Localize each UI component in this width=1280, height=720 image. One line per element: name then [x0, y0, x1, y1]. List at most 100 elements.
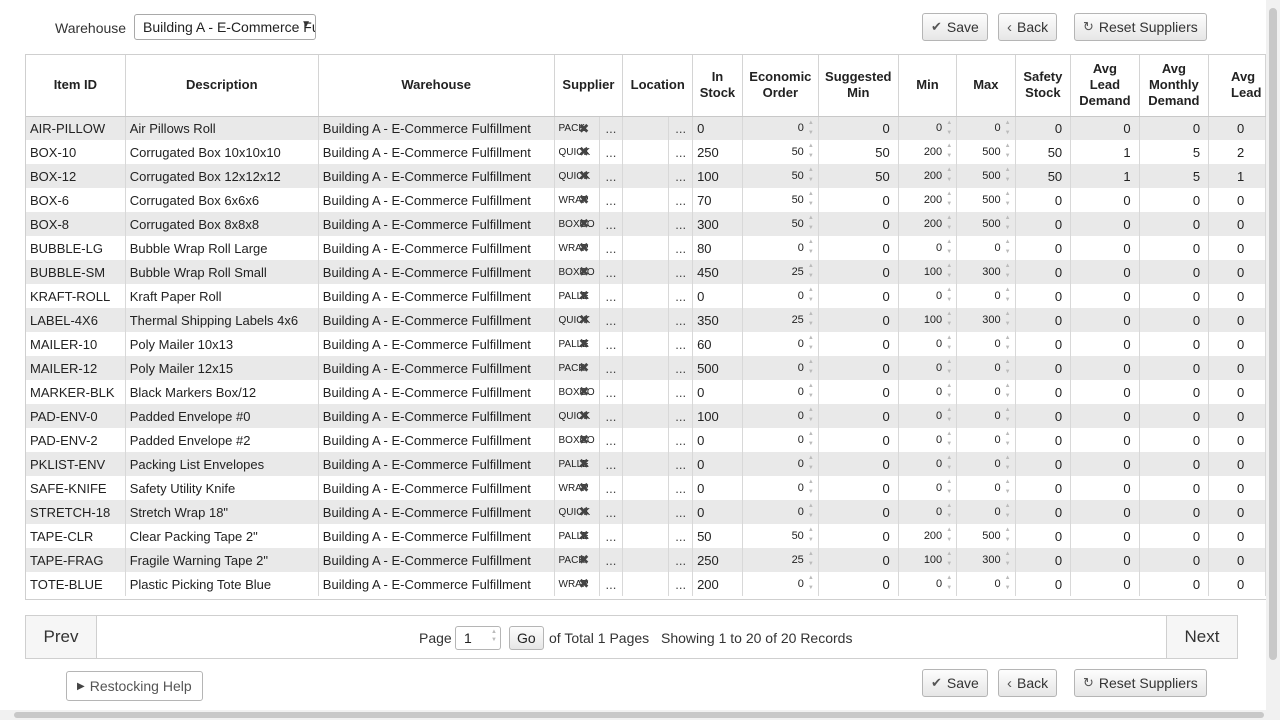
supplier-lookup-button[interactable]: ... [599, 212, 624, 236]
location-lookup-button[interactable]: ... [668, 428, 694, 452]
cell-supplier[interactable]: BOXCO ✖ [554, 260, 600, 284]
supplier-lookup-button[interactable]: ... [599, 260, 624, 284]
cell-location[interactable] [622, 404, 670, 428]
cell-economic-order[interactable]: 0 ▲ ▼ [742, 380, 819, 404]
col-header-description[interactable]: Description [125, 55, 319, 117]
table-row[interactable]: AIR-PILLOW Air Pillows Roll Building A - E… [26, 116, 1266, 140]
location-lookup-button[interactable]: ... [668, 284, 694, 308]
cell-max[interactable]: 500 ▲ ▼ [956, 164, 1016, 188]
reset-suppliers-button-bottom[interactable]: ↻ Reset Suppliers [1074, 669, 1207, 697]
cell-max[interactable]: 500 ▲ ▼ [956, 140, 1016, 164]
cell-economic-order[interactable]: 0 ▲ ▼ [742, 332, 819, 356]
x-icon[interactable]: ✖ [579, 360, 590, 376]
x-icon[interactable]: ✖ [579, 121, 590, 137]
cell-supplier[interactable]: WRAP ✖ [554, 476, 600, 500]
x-icon[interactable]: ✖ [579, 408, 590, 424]
cell-max[interactable]: 0 ▲ ▼ [956, 116, 1016, 140]
x-icon[interactable]: ✖ [579, 432, 590, 448]
cell-supplier[interactable]: BOXCO ✖ [554, 212, 600, 236]
cell-min[interactable]: 0 ▲ ▼ [898, 236, 958, 260]
cell-supplier[interactable]: WRAP ✖ [554, 236, 600, 260]
cell-min[interactable]: 200 ▲ ▼ [898, 164, 958, 188]
cell-location[interactable] [622, 524, 670, 548]
cell-max[interactable]: 0 ▲ ▼ [956, 428, 1016, 452]
cell-max[interactable]: 0 ▲ ▼ [956, 284, 1016, 308]
location-lookup-button[interactable]: ... [668, 260, 694, 284]
location-lookup-button[interactable]: ... [668, 164, 694, 188]
table-row[interactable]: BOX-12 Corrugated Box 12x12x12 Building A … [26, 164, 1266, 188]
cell-economic-order[interactable]: 25 ▲ ▼ [742, 260, 819, 284]
cell-economic-order[interactable]: 50 ▲ ▼ [742, 164, 819, 188]
col-header-avg-lead[interactable]: Avg Lead [1208, 55, 1266, 117]
location-lookup-button[interactable]: ... [668, 212, 694, 236]
x-icon[interactable]: ✖ [579, 144, 590, 160]
cell-min[interactable]: 0 ▲ ▼ [898, 404, 958, 428]
cell-location[interactable] [622, 140, 670, 164]
x-icon[interactable]: ✖ [579, 264, 590, 280]
x-icon[interactable]: ✖ [579, 504, 590, 520]
cell-location[interactable] [622, 500, 670, 524]
cell-min[interactable]: 0 ▲ ▼ [898, 572, 958, 596]
back-button-bottom[interactable]: ‹ Back [998, 669, 1058, 697]
table-row[interactable]: MAILER-10 Poly Mailer 10x13 Building A - E… [26, 332, 1266, 356]
cell-location[interactable] [622, 236, 670, 260]
table-row[interactable]: PKLIST-ENV Packing List Envelopes Building… [26, 452, 1266, 476]
location-lookup-button[interactable]: ... [668, 380, 694, 404]
col-header-economic-order[interactable]: Economic Order [742, 55, 819, 117]
cell-max[interactable]: 300 ▲ ▼ [956, 308, 1016, 332]
location-lookup-button[interactable]: ... [668, 476, 694, 500]
location-lookup-button[interactable]: ... [668, 548, 694, 572]
table-row[interactable]: TAPE-FRAG Fragile Warning Tape 2" Building… [26, 548, 1266, 572]
cell-economic-order[interactable]: 0 ▲ ▼ [742, 236, 819, 260]
x-icon[interactable]: ✖ [579, 336, 590, 352]
cell-economic-order[interactable]: 50 ▲ ▼ [742, 140, 819, 164]
col-header-item-id[interactable]: Item ID [26, 55, 126, 117]
location-lookup-button[interactable]: ... [668, 332, 694, 356]
cell-economic-order[interactable]: 50 ▲ ▼ [742, 188, 819, 212]
cell-max[interactable]: 500 ▲ ▼ [956, 524, 1016, 548]
col-header-min[interactable]: Min [898, 55, 958, 117]
cell-max[interactable]: 0 ▲ ▼ [956, 404, 1016, 428]
cell-max[interactable]: 0 ▲ ▼ [956, 236, 1016, 260]
col-header-location[interactable]: Location [622, 55, 694, 117]
cell-min[interactable]: 0 ▲ ▼ [898, 500, 958, 524]
supplier-lookup-button[interactable]: ... [599, 284, 624, 308]
location-lookup-button[interactable]: ... [668, 452, 694, 476]
back-button[interactable]: ‹ Back [998, 13, 1058, 41]
cell-min[interactable]: 200 ▲ ▼ [898, 524, 958, 548]
supplier-lookup-button[interactable]: ... [599, 356, 624, 380]
supplier-lookup-button[interactable]: ... [599, 236, 624, 260]
cell-location[interactable] [622, 188, 670, 212]
cell-min[interactable]: 0 ▲ ▼ [898, 476, 958, 500]
cell-location[interactable] [622, 572, 670, 596]
cell-supplier[interactable]: QUICK ✖ [554, 500, 600, 524]
col-header-warehouse[interactable]: Warehouse [318, 55, 555, 117]
location-lookup-button[interactable]: ... [668, 116, 694, 140]
cell-min[interactable]: 100 ▲ ▼ [898, 548, 958, 572]
supplier-lookup-button[interactable]: ... [599, 164, 624, 188]
supplier-lookup-button[interactable]: ... [599, 188, 624, 212]
col-header-avg-lead-demand[interactable]: Avg Lead Demand [1070, 55, 1140, 117]
x-icon[interactable]: ✖ [579, 480, 590, 496]
horizontal-scroll-thumb[interactable] [14, 712, 1264, 718]
supplier-lookup-button[interactable]: ... [599, 524, 624, 548]
reset-suppliers-button[interactable]: ↻ Reset Suppliers [1074, 13, 1207, 41]
cell-location[interactable] [622, 452, 670, 476]
location-lookup-button[interactable]: ... [668, 236, 694, 260]
go-button[interactable]: Go [509, 626, 544, 650]
table-row[interactable]: BOX-6 Corrugated Box 6x6x6 Building A - E-… [26, 188, 1266, 212]
location-lookup-button[interactable]: ... [668, 500, 694, 524]
cell-supplier[interactable]: QUICK ✖ [554, 140, 600, 164]
cell-economic-order[interactable]: 0 ▲ ▼ [742, 356, 819, 380]
table-row[interactable]: BOX-8 Corrugated Box 8x8x8 Building A - E-… [26, 212, 1266, 236]
cell-supplier[interactable]: PACK ✖ [554, 356, 600, 380]
vertical-scroll-thumb[interactable] [1269, 8, 1277, 660]
table-row[interactable]: PAD-ENV-0 Padded Envelope #0 Building A - … [26, 404, 1266, 428]
cell-economic-order[interactable]: 0 ▲ ▼ [742, 428, 819, 452]
table-row[interactable]: TOTE-BLUE Plastic Picking Tote Blue Buildi… [26, 572, 1266, 596]
cell-min[interactable]: 0 ▲ ▼ [898, 284, 958, 308]
table-row[interactable]: TAPE-CLR Clear Packing Tape 2" Building A … [26, 524, 1266, 548]
cell-location[interactable] [622, 260, 670, 284]
supplier-lookup-button[interactable]: ... [599, 548, 624, 572]
cell-min[interactable]: 0 ▲ ▼ [898, 332, 958, 356]
